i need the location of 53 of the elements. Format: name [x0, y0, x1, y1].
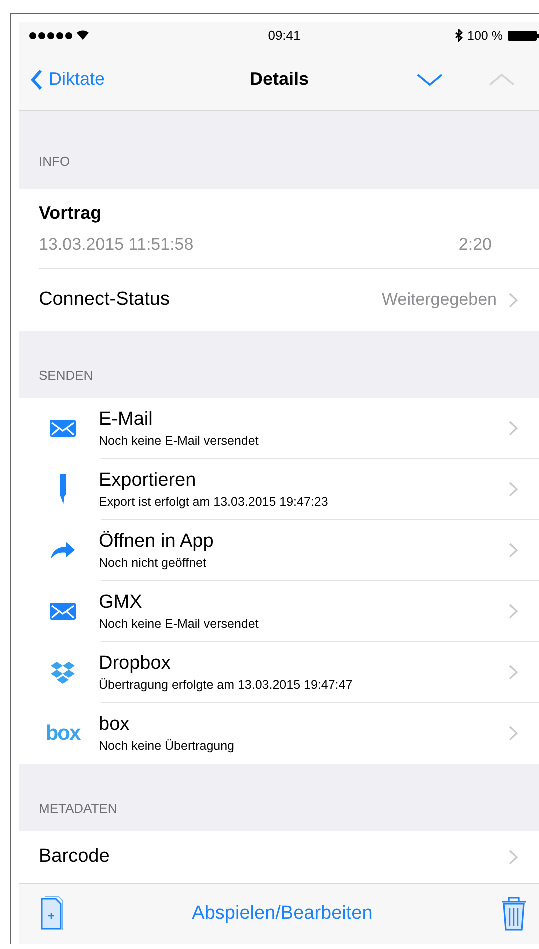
- section-header: INFO: [38, 153, 72, 171]
- item-title: box: [99, 714, 131, 736]
- recording-title: Vortrag: [39, 202, 103, 224]
- plug-icon: [60, 474, 66, 505]
- status-time: 09:41: [268, 28, 301, 43]
- chevron-icon: [509, 604, 518, 619]
- item-subtitle: Noch keine Übertragung: [99, 739, 236, 753]
- item-title: GMX: [99, 592, 144, 614]
- add-document-button[interactable]: [39, 896, 65, 932]
- section-header: SENDEN: [38, 367, 94, 385]
- signal-icon: [29, 32, 73, 40]
- chevron-icon: [509, 482, 518, 497]
- item-subtitle: Export ist erfolgt am 13.03.2015 19:47:23: [99, 495, 330, 509]
- next-button[interactable]: [416, 72, 444, 88]
- list-item[interactable]: GMX Noch keine E-Mail versendet: [19, 581, 539, 642]
- list-item[interactable]: Dropbox Übertragung erfolgte am 13.03.2015 19:47:47: [19, 642, 539, 703]
- dropbox-icon: [51, 662, 75, 684]
- chevron-icon: [509, 850, 518, 864]
- item-title: Exportieren: [99, 470, 198, 492]
- battery-percent: 100 %: [468, 28, 503, 42]
- item-subtitle: Übertragung erfolgte am 13.03.2015 19:47:47: [99, 678, 354, 692]
- chevron-icon: [509, 665, 518, 680]
- item-title: Dropbox: [99, 653, 172, 675]
- item-value: Weitergegeben: [382, 290, 497, 310]
- item-subtitle: Noch nicht geöffnet: [99, 556, 208, 570]
- chevron-icon: [509, 543, 518, 558]
- chevron-icon: [509, 726, 518, 741]
- bluetooth-icon: [454, 29, 463, 42]
- battery-icon: [508, 30, 539, 40]
- share-arrow-icon: [51, 542, 75, 559]
- item-subtitle: Noch keine E-Mail versendet: [99, 434, 260, 448]
- chevron-icon: [509, 421, 518, 436]
- envelope-icon: [50, 420, 76, 437]
- item-title: Barcode: [39, 846, 110, 868]
- item-title: Öffnen in App: [99, 531, 215, 553]
- item-title: Connect-Status: [39, 289, 170, 311]
- chevron-icon: [509, 292, 518, 308]
- list-item[interactable]: Connect-Status Weitergegeben: [39, 269, 539, 331]
- list-item[interactable]: Öffnen in App Noch nicht geöffnet: [19, 520, 539, 581]
- list-item[interactable]: Exportieren Export ist erfolgt am 13.03.2015 19:47:23: [19, 459, 539, 520]
- wifi-icon: [76, 30, 90, 41]
- section-header: METADATEN: [38, 800, 118, 818]
- recording-duration: 2:20: [458, 234, 492, 254]
- box-logo: box: [46, 722, 80, 746]
- trash-button[interactable]: [500, 896, 528, 932]
- nav-title: Details: [248, 69, 310, 90]
- recording-date: 13.03.2015 11:51:58: [39, 234, 194, 254]
- list-item[interactable]: Barcode: [39, 831, 539, 883]
- envelope-icon: [50, 603, 76, 620]
- list-item[interactable]: E-Mail Noch keine E-Mail versendet: [19, 398, 539, 459]
- item-title: E-Mail: [99, 409, 154, 431]
- back-chevron-icon: [31, 70, 43, 90]
- item-subtitle: Noch keine E-Mail versendet: [99, 617, 260, 631]
